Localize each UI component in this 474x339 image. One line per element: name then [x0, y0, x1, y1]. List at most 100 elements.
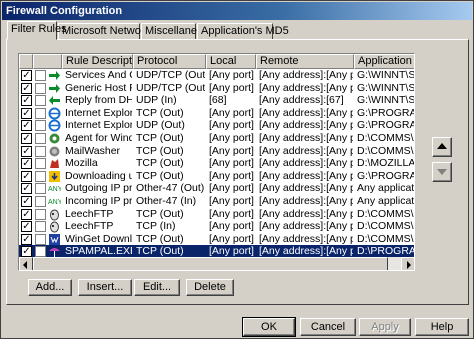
list-rows: ✓ Services And Co... UDP/TCP (Out) [Any por… [19, 69, 415, 257]
edit-button[interactable]: Edit... [134, 279, 180, 296]
rule-remote: [Any address]:[Any port] [259, 69, 353, 81]
table-row[interactable]: ✓ ANY Outgoing IP prot... Other-47 (Out) [An… [19, 182, 415, 195]
help-button[interactable]: Help [415, 318, 469, 336]
column-header-application[interactable]: Application [354, 54, 414, 69]
rule-protocol: TCP (Out) [136, 106, 184, 119]
rule-remote: [Any address]:[Any port] [259, 144, 353, 157]
rule-enabled-checkbox[interactable]: ✓ [21, 145, 32, 157]
tab-miscellaneous[interactable]: Miscellaneous [141, 23, 215, 39]
scroll-thumb[interactable] [33, 257, 388, 270]
rules-list[interactable]: Rule Description Protocol Local Remote A… [18, 53, 415, 271]
insert-button[interactable]: Insert... [78, 279, 132, 296]
rule-secondary-checkbox[interactable] [35, 82, 46, 94]
rule-secondary-checkbox[interactable] [35, 246, 46, 257]
mozilla-icon [48, 157, 61, 170]
move-down-button[interactable] [432, 162, 452, 182]
rule-protocol: TCP (Out) [136, 157, 184, 170]
svg-text:ANY: ANY [48, 186, 61, 193]
table-row[interactable]: ✓ SPAMPAL.EXE TCP (Out) [Any port] [Any addr… [19, 245, 414, 257]
rule-secondary-checkbox[interactable] [35, 221, 46, 233]
table-row[interactable]: ✓ LeechFTP TCP (Out) [Any port] [Any address… [19, 207, 414, 221]
rule-secondary-checkbox[interactable] [35, 233, 46, 245]
horizontal-scrollbar[interactable] [19, 257, 414, 270]
scroll-left-icon [23, 261, 27, 269]
apply-button[interactable]: Apply [359, 318, 411, 336]
table-row[interactable]: ✓ MailWasher TCP (Out) [Any port] [Any addre… [19, 144, 414, 158]
column-header-protocol[interactable]: Protocol [133, 54, 206, 69]
rule-enabled-checkbox[interactable]: ✓ [21, 107, 32, 119]
table-row[interactable]: ✓ Agent for Windo... TCP (Out) [Any port] [A… [19, 132, 414, 145]
rule-protocol: TCP (Out) [136, 169, 184, 182]
rule-enabled-checkbox[interactable]: ✓ [21, 158, 32, 170]
rule-secondary-checkbox[interactable] [35, 120, 46, 132]
rule-secondary-checkbox[interactable] [35, 170, 46, 182]
rule-protocol: Other-47 (Out) [136, 182, 205, 195]
rule-secondary-checkbox[interactable] [35, 183, 46, 195]
svg-text:ANY: ANY [48, 199, 61, 206]
cancel-button[interactable]: Cancel [300, 318, 356, 336]
any-in-icon: ANY [48, 195, 63, 208]
rule-enabled-checkbox[interactable]: ✓ [21, 82, 32, 94]
rule-remote: [Any address]:[Any port] [259, 245, 353, 257]
rule-description: Generic Host Pr... [65, 81, 132, 94]
table-row[interactable]: ✓ ANY Incoming IP prot... Other-47 (In) [Any… [19, 195, 414, 208]
rule-local: [Any port] [209, 169, 254, 182]
ok-button[interactable]: OK [242, 317, 296, 337]
rule-secondary-checkbox[interactable] [35, 158, 46, 170]
internet-explorer-icon [48, 107, 61, 120]
tab-filter-rules[interactable]: Filter Rules [7, 21, 67, 40]
rule-description: Services And Co... [65, 69, 132, 81]
rule-enabled-checkbox[interactable]: ✓ [21, 95, 32, 107]
table-row[interactable]: ✓ LeechFTP TCP (In) [Any port] [Any address]… [19, 220, 414, 233]
rule-application: Any application [357, 182, 415, 195]
rule-secondary-checkbox[interactable] [35, 145, 46, 157]
rule-secondary-checkbox[interactable] [35, 95, 46, 107]
column-header-local[interactable]: Local [206, 54, 256, 69]
rule-protocol: TCP (Out) [136, 245, 184, 257]
table-row[interactable]: ✓ Generic Host Pr... UDP/TCP (Out) [Any por… [19, 81, 415, 95]
tab-microsoft-networking[interactable]: Microsoft Networking [58, 23, 165, 39]
add-button[interactable]: Add... [28, 279, 72, 296]
move-up-button[interactable] [432, 137, 452, 157]
tab-applications-md5[interactable]: Application's MD5 [197, 23, 289, 39]
rule-enabled-checkbox[interactable]: ✓ [21, 70, 32, 81]
rule-enabled-checkbox[interactable]: ✓ [21, 196, 32, 207]
rule-secondary-checkbox[interactable] [35, 107, 46, 119]
rule-secondary-checkbox[interactable] [35, 196, 46, 207]
table-row[interactable]: ✓ WinGet Downlo... TCP (Out) [Any port] [Any… [19, 233, 414, 246]
rule-application: D:\COMMS\AGE [357, 132, 414, 144]
column-header-remote[interactable]: Remote [256, 54, 354, 69]
rule-local: [Any port] [209, 220, 254, 233]
table-row[interactable]: ✓ Mozilla TCP (Out) [Any port] [Any address]… [19, 157, 414, 170]
rule-secondary-checkbox[interactable] [35, 208, 46, 220]
table-row[interactable]: ✓ Downloading up... TCP (Out) [Any port] [An… [19, 169, 414, 183]
table-row[interactable]: ✓ Reply from DHCP UDP (In) [68] [Any address… [19, 94, 414, 107]
scroll-left-button[interactable] [19, 257, 33, 270]
rule-enabled-checkbox[interactable]: ✓ [21, 246, 32, 257]
leechftp-icon [48, 208, 61, 221]
rule-enabled-checkbox[interactable]: ✓ [21, 208, 32, 220]
rule-enabled-checkbox[interactable]: ✓ [21, 120, 32, 132]
rule-local: [Any port] [209, 119, 254, 132]
rule-application: D:\COMMS\MAIL [357, 144, 414, 157]
rule-secondary-checkbox[interactable] [35, 133, 46, 144]
rule-remote: [Any address]:[Any port] [259, 81, 353, 94]
column-header-icon[interactable] [33, 54, 62, 69]
rule-application: G:\WINNT\SYS [357, 81, 415, 94]
rule-application: D:\COMMS\LEE [357, 220, 414, 233]
delete-button[interactable]: Delete [186, 279, 234, 296]
scroll-right-button[interactable] [401, 257, 414, 270]
rule-description: Internet Explorer [65, 106, 132, 119]
rule-secondary-checkbox[interactable] [35, 70, 46, 81]
rule-enabled-checkbox[interactable]: ✓ [21, 233, 32, 245]
table-row[interactable]: ✓ Services And Co... UDP/TCP (Out) [Any por… [19, 69, 414, 82]
rule-enabled-checkbox[interactable]: ✓ [21, 170, 32, 182]
rule-enabled-checkbox[interactable]: ✓ [21, 221, 32, 233]
rule-application: D:\COMMS\LEE [357, 207, 414, 220]
rule-enabled-checkbox[interactable]: ✓ [21, 183, 32, 195]
table-row[interactable]: ✓ Internet Explorer TCP (Out) [Any port] [An… [19, 106, 414, 120]
table-row[interactable]: ✓ Internet Explorer UDP (Out) [Any port] [An… [19, 119, 414, 132]
column-header-check[interactable] [19, 54, 33, 69]
rule-enabled-checkbox[interactable]: ✓ [21, 133, 32, 144]
column-header-description[interactable]: Rule Description [62, 54, 133, 69]
